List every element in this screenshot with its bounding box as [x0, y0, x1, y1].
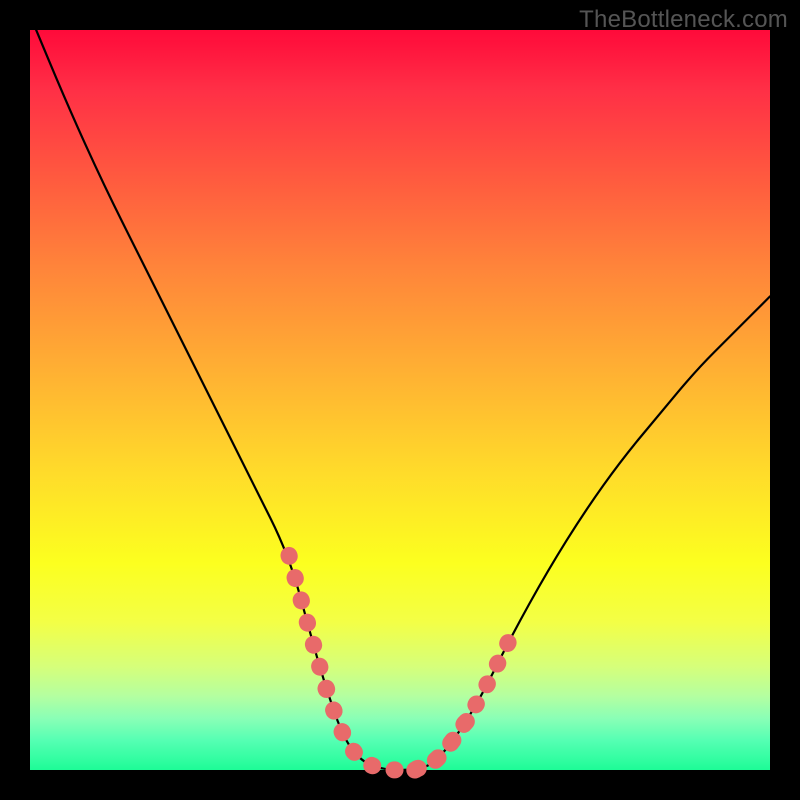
- watermark-text: TheBottleneck.com: [579, 6, 788, 34]
- bottleneck-highlight-right: [415, 637, 511, 770]
- chart-plot-area: [30, 30, 770, 770]
- bottleneck-highlight-left: [289, 555, 363, 762]
- bottleneck-curve-svg: [30, 30, 770, 770]
- bottleneck-curve-path: [30, 15, 770, 770]
- bottleneck-highlight-bottom: [326, 689, 474, 770]
